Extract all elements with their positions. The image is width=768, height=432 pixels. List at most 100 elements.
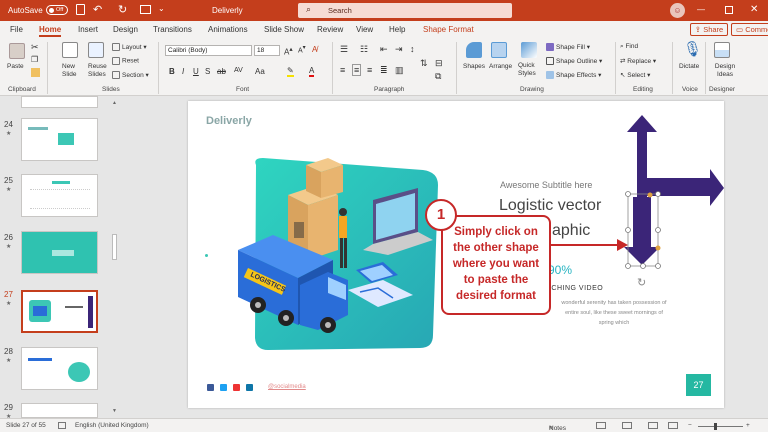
justify-icon[interactable]: ≣ <box>380 65 388 76</box>
shape-effects-button[interactable]: Shape Effects ▾ <box>546 71 601 80</box>
design-ideas-button[interactable]: Design Ideas <box>712 63 738 79</box>
shrink-font-icon[interactable]: A▾ <box>298 45 306 54</box>
tab-review[interactable]: Review <box>317 25 343 34</box>
new-slide-icon[interactable] <box>62 42 78 58</box>
language-indicator[interactable]: English (United Kingdom) <box>75 422 149 429</box>
bullets-icon[interactable]: ☰ <box>340 44 348 55</box>
dictate-button[interactable]: Dictate <box>679 63 699 70</box>
customize-qat-icon[interactable]: ⌄ <box>158 4 165 13</box>
layout-button[interactable]: Layout ▾ <box>112 43 147 52</box>
thumbnail-scrollbar[interactable]: ▲ ▼ <box>110 96 119 418</box>
shadow-icon[interactable]: S <box>205 67 210 76</box>
tab-design[interactable]: Design <box>113 25 138 34</box>
tab-help[interactable]: Help <box>389 25 405 34</box>
search-box[interactable]: ⌕ Search <box>298 3 512 18</box>
smartart-icon[interactable]: ⧉ <box>435 71 441 82</box>
font-size-combo[interactable]: 18 <box>254 45 280 56</box>
slide-thumbnail[interactable] <box>21 347 98 390</box>
character-spacing-icon[interactable]: AV <box>234 67 243 74</box>
new-slide-button[interactable]: New Slide <box>62 63 84 79</box>
font-name-combo[interactable]: Calibri (Body) <box>165 45 252 56</box>
highlight-icon[interactable]: ✎ <box>287 66 294 77</box>
replace-button[interactable]: ⇄ Replace ▾ <box>620 57 656 65</box>
comments-button[interactable]: ▭ Comments <box>731 23 768 36</box>
slide-thumbnail[interactable] <box>21 118 98 161</box>
autosave-toggle[interactable]: Off <box>46 5 68 15</box>
numbering-icon[interactable]: ☷ <box>360 44 368 55</box>
normal-view-icon[interactable] <box>596 422 606 429</box>
zoom-slider-thumb[interactable] <box>714 423 717 430</box>
arrange-button[interactable]: Arrange <box>489 63 512 70</box>
scroll-up-icon[interactable]: ▲ <box>112 100 117 106</box>
slideshow-view-icon[interactable] <box>668 422 678 429</box>
slide-thumbnail[interactable] <box>21 174 98 217</box>
slide-thumbnail-partial[interactable] <box>21 96 98 108</box>
arrange-icon[interactable] <box>491 42 507 58</box>
align-text-icon[interactable]: ⊟ <box>435 58 443 69</box>
paste-icon[interactable] <box>9 43 25 59</box>
decrease-indent-icon[interactable]: ⇤ <box>380 44 388 55</box>
shapes-icon[interactable] <box>466 42 482 58</box>
reuse-slides-icon[interactable] <box>88 42 104 58</box>
strikethrough-icon[interactable]: ab <box>217 67 226 76</box>
text-direction-icon[interactable]: ⇅ <box>420 58 428 69</box>
undo-icon[interactable]: ↶ <box>93 3 102 16</box>
italic-icon[interactable]: I <box>182 67 184 76</box>
slide-thumbnail[interactable] <box>21 231 98 274</box>
font-color-icon[interactable]: A <box>309 66 315 77</box>
tab-transitions[interactable]: Transitions <box>153 25 192 34</box>
increase-indent-icon[interactable]: ⇥ <box>395 44 403 55</box>
bold-icon[interactable]: B <box>169 67 175 76</box>
tab-view[interactable]: View <box>356 25 373 34</box>
line-spacing-icon[interactable]: ↕ <box>410 44 415 54</box>
minimize-icon[interactable]: — <box>697 5 705 14</box>
maximize-icon[interactable] <box>725 6 733 14</box>
tab-file[interactable]: File <box>10 25 23 34</box>
quick-styles-button[interactable]: Quick Styles <box>518 62 542 78</box>
reading-view-icon[interactable] <box>648 422 658 429</box>
cut-icon[interactable]: ✂ <box>31 42 39 53</box>
change-case-icon[interactable]: Aa <box>255 67 265 76</box>
tab-slide-show[interactable]: Slide Show <box>264 25 304 34</box>
microphone-icon[interactable]: 🎙 <box>683 40 702 58</box>
scrollbar-thumb[interactable] <box>112 234 117 260</box>
slide-thumbnail[interactable] <box>21 403 98 418</box>
align-right-icon[interactable]: ≡ <box>367 65 372 75</box>
grow-font-icon[interactable]: A▴ <box>284 45 293 57</box>
close-icon[interactable]: ✕ <box>750 4 758 15</box>
present-icon[interactable] <box>140 5 151 14</box>
format-painter-icon[interactable] <box>31 68 40 77</box>
slide-thumbnail-selected[interactable] <box>21 290 98 333</box>
align-left-icon[interactable]: ≡ <box>340 65 345 75</box>
slide-sorter-icon[interactable] <box>622 422 632 429</box>
underline-icon[interactable]: U <box>193 67 199 76</box>
arrow-shapes[interactable] <box>620 112 730 274</box>
share-button[interactable]: ⇪ Share <box>690 23 728 36</box>
zoom-in-icon[interactable]: + <box>746 422 750 429</box>
tab-insert[interactable]: Insert <box>78 25 98 34</box>
zoom-slider[interactable] <box>698 426 743 427</box>
reuse-slides-button[interactable]: Reuse Slides <box>88 63 110 79</box>
spellcheck-icon[interactable] <box>58 422 66 429</box>
tab-animations[interactable]: Animations <box>208 25 248 34</box>
scroll-down-icon[interactable]: ▼ <box>112 408 117 414</box>
zoom-out-icon[interactable]: − <box>688 422 692 429</box>
clear-formatting-icon[interactable]: A̸ <box>312 45 317 54</box>
section-button[interactable]: Section ▾ <box>112 71 149 80</box>
columns-icon[interactable]: ▥ <box>395 65 404 76</box>
save-icon[interactable] <box>76 4 85 15</box>
reset-button[interactable]: Reset <box>112 57 139 65</box>
logistics-illustration[interactable]: LOGISTICS <box>228 140 453 355</box>
redo-icon[interactable]: ↻ <box>118 3 127 16</box>
tab-shape-format[interactable]: Shape Format <box>423 25 474 34</box>
quick-styles-icon[interactable] <box>521 42 537 58</box>
shapes-button[interactable]: Shapes <box>463 63 485 70</box>
design-ideas-icon[interactable] <box>714 42 730 58</box>
paste-button[interactable]: Paste <box>7 63 24 70</box>
find-button[interactable]: ⌕ Find <box>620 43 638 51</box>
shape-outline-button[interactable]: Shape Outline ▾ <box>546 57 602 66</box>
align-center-icon[interactable]: ≡ <box>352 64 362 76</box>
select-button[interactable]: ↖ Select ▾ <box>620 71 650 79</box>
user-avatar[interactable]: ☺ <box>670 3 685 18</box>
copy-icon[interactable]: ❐ <box>31 55 38 64</box>
